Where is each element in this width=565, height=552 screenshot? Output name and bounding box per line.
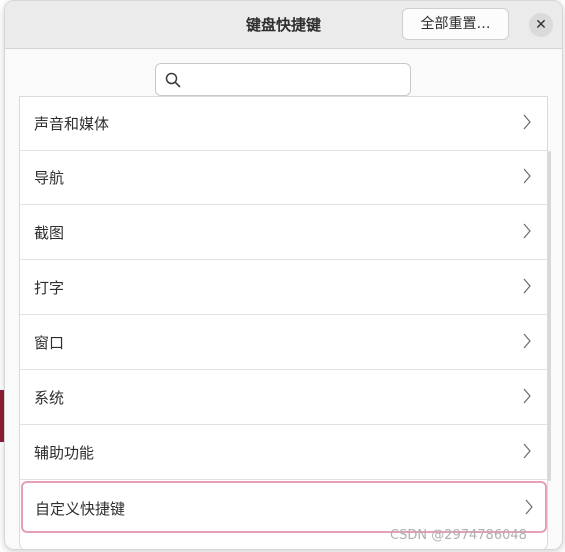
chevron-right-icon <box>523 114 531 130</box>
list-item-label: 自定义快捷键 <box>35 500 126 518</box>
shortcut-category-list: 声音和媒体 导航 截图 打字 窗口 系统 辅助功能 自定义快捷键 <box>19 96 548 549</box>
chevron-right-icon <box>523 168 531 184</box>
search-area <box>5 49 562 99</box>
list-item-windows[interactable]: 窗口 <box>20 316 547 370</box>
keyboard-shortcuts-dialog: 键盘快捷键 全部重置… ✕ 声音和媒体 导航 截图 打字 窗口 系统 辅助功能 … <box>4 0 563 550</box>
chevron-right-icon <box>523 333 531 349</box>
chevron-right-icon <box>523 278 531 294</box>
list-scrollbar[interactable] <box>548 151 551 481</box>
watermark-text: CSDN @2974786048 <box>390 528 527 543</box>
chevron-right-icon <box>523 223 531 239</box>
list-item-typing[interactable]: 打字 <box>20 261 547 315</box>
chevron-right-icon <box>523 388 531 404</box>
list-item-system[interactable]: 系统 <box>20 371 547 425</box>
list-item-custom-shortcuts[interactable]: 自定义快捷键 <box>21 481 547 533</box>
list-item-label: 截图 <box>34 224 65 242</box>
list-item-accessibility[interactable]: 辅助功能 <box>20 426 547 480</box>
search-input[interactable] <box>155 63 411 96</box>
list-item-label: 窗口 <box>34 334 65 352</box>
list-item-label: 系统 <box>34 389 65 407</box>
chevron-right-icon <box>525 499 533 515</box>
list-item-sound-media[interactable]: 声音和媒体 <box>20 97 547 151</box>
chevron-right-icon <box>523 443 531 459</box>
close-icon: ✕ <box>535 17 547 33</box>
list-item-label: 辅助功能 <box>34 444 95 462</box>
dialog-header: 键盘快捷键 全部重置… ✕ <box>5 1 562 49</box>
list-item-label: 打字 <box>34 279 65 297</box>
reset-all-button[interactable]: 全部重置… <box>402 8 509 40</box>
list-item-navigation[interactable]: 导航 <box>20 151 547 205</box>
list-item-label: 声音和媒体 <box>34 115 110 133</box>
search-icon <box>165 72 181 88</box>
list-item-label: 导航 <box>34 169 65 187</box>
close-button[interactable]: ✕ <box>529 13 553 37</box>
list-item-screenshots[interactable]: 截图 <box>20 206 547 260</box>
